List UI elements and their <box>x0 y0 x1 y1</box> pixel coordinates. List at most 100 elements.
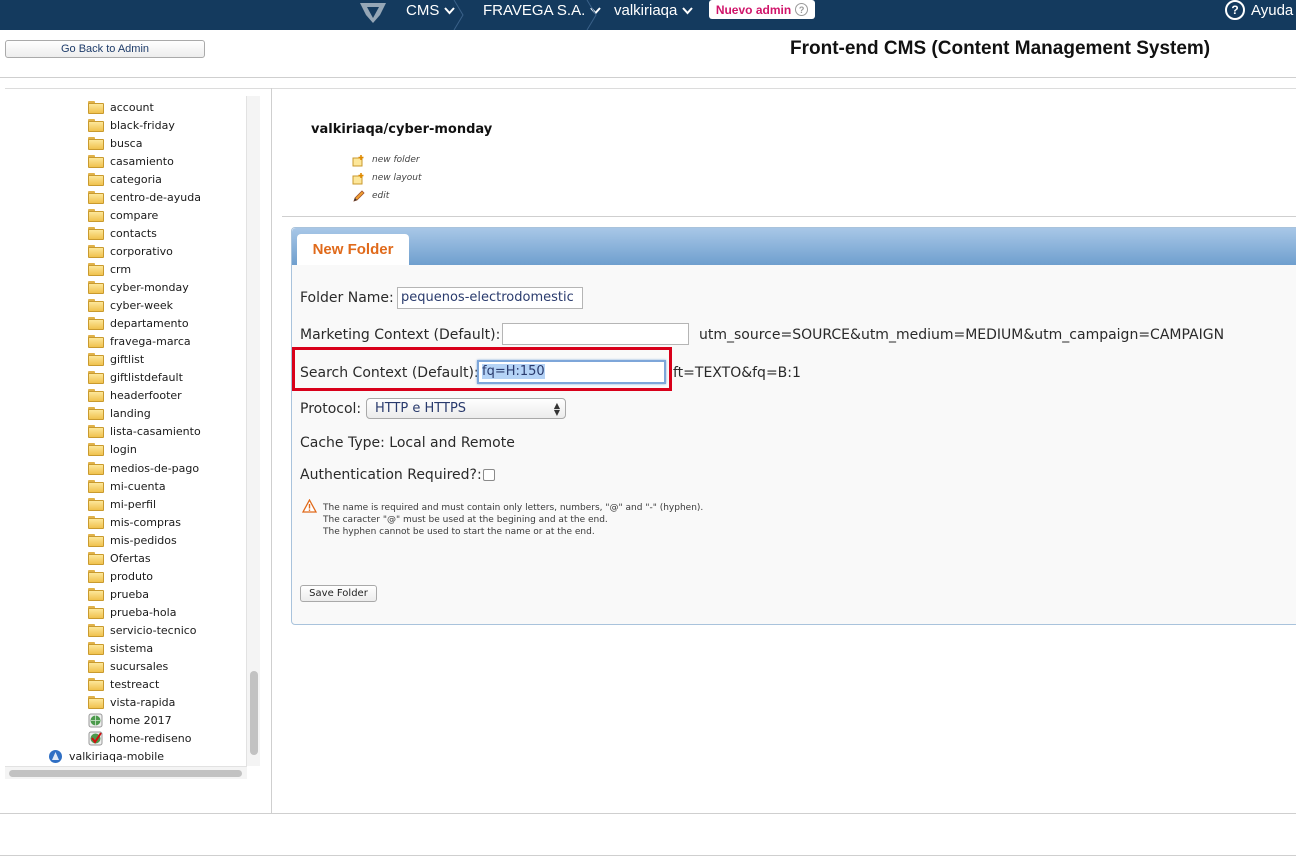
tree-folder-item[interactable]: Ofertas <box>88 549 151 567</box>
tree-item-label: giftlist <box>110 353 145 367</box>
tree-folder-item[interactable]: categoria <box>88 170 162 188</box>
tree-folder-item[interactable]: testreact <box>88 676 159 694</box>
go-back-to-admin-button[interactable]: Go Back to Admin <box>5 40 205 58</box>
tree-folder-item[interactable]: fravega-marca <box>88 333 191 351</box>
folder-icon <box>88 678 104 692</box>
divider <box>0 813 1296 814</box>
protocol-label: Protocol: <box>300 401 362 417</box>
folder-icon <box>88 244 104 258</box>
tree-folder-item[interactable]: landing <box>88 405 151 423</box>
tree-item-label: casamiento <box>110 154 174 168</box>
tree-folder-item[interactable]: mi-cuenta <box>88 477 166 495</box>
highlight-box <box>292 347 672 391</box>
store-menu-label: valkiriaqa <box>614 2 678 19</box>
tree-folder-item[interactable]: giftlist <box>88 351 144 369</box>
tree-item-label: headerfooter <box>110 389 182 403</box>
tree-item-label: categoria <box>110 172 162 186</box>
tree-folder-item[interactable]: mis-compras <box>88 513 181 531</box>
tree-item-label: contacts <box>110 226 157 240</box>
tree-folder-item[interactable]: sistema <box>88 640 153 658</box>
tree-folder-item[interactable]: login <box>88 441 137 459</box>
tree-item-label: home-rediseno <box>109 732 192 746</box>
tree-page-item[interactable]: home 2017 <box>88 712 172 730</box>
tab-new-folder[interactable]: New Folder <box>297 234 409 265</box>
tree-item-label: compare <box>110 208 159 222</box>
tree-site-item[interactable]: valkiriaqa-mobile <box>48 748 164 766</box>
cms-menu[interactable]: CMS <box>406 0 456 22</box>
account-menu[interactable]: FRAVEGA S.A. <box>483 0 602 22</box>
tree-folder-item[interactable]: black-friday <box>88 116 175 134</box>
tree-folder-item[interactable]: departamento <box>88 315 189 333</box>
folder-name-input[interactable]: pequenos-electrodomestic <box>397 287 583 309</box>
top-navigation-bar: CMS FRAVEGA S.A. valkiriaqa Nuevo admin … <box>0 0 1296 30</box>
folder-icon <box>88 100 104 114</box>
tree-vertical-scrollbar[interactable] <box>246 96 260 766</box>
edit-link[interactable]: edit <box>352 189 389 203</box>
help-label: Ayuda <box>1251 1 1294 19</box>
tree-folder-item[interactable]: prueba <box>88 585 149 603</box>
scrollbar-thumb[interactable] <box>250 671 258 755</box>
scrollbar-thumb[interactable] <box>9 770 242 777</box>
folder-icon <box>88 605 104 619</box>
tree-horizontal-scrollbar[interactable] <box>5 766 247 779</box>
tree-folder-item[interactable]: centro-de-ayuda <box>88 188 201 206</box>
tree-folder-item[interactable]: cyber-monday <box>88 279 189 297</box>
tree-folder-item[interactable]: headerfooter <box>88 387 182 405</box>
folder-icon <box>88 389 104 403</box>
divider <box>0 77 1296 78</box>
tree-folder-item[interactable]: busca <box>88 134 142 152</box>
folder-icon <box>88 479 104 493</box>
tree-folder-item[interactable]: lista-casamiento <box>88 423 201 441</box>
tree-folder-item[interactable]: mi-perfil <box>88 495 156 513</box>
tree-folder-item[interactable]: medios-de-pago <box>88 459 199 477</box>
tree-folder-item[interactable]: mis-pedidos <box>88 531 177 549</box>
new-folder-icon <box>352 154 364 166</box>
tree-folder-item[interactable]: casamiento <box>88 152 174 170</box>
authentication-checkbox[interactable] <box>483 469 495 481</box>
tree-item-label: medios-de-pago <box>110 461 200 475</box>
folder-icon <box>88 118 104 132</box>
tree-folder-item[interactable]: corporativo <box>88 242 173 260</box>
tree-item-label: servicio-tecnico <box>110 623 197 637</box>
tree-item-label: sucursales <box>110 660 169 674</box>
panel-header: New Folder <box>292 228 1296 265</box>
tree-item-label: testreact <box>110 678 160 692</box>
marketing-context-input[interactable] <box>502 323 689 345</box>
vtex-logo-icon[interactable] <box>358 1 388 25</box>
tree-page-item[interactable]: home-rediseno <box>88 730 191 748</box>
help-menu[interactable]: ? Ayuda <box>1225 0 1293 20</box>
folder-icon <box>88 443 104 457</box>
tree-folder-item[interactable]: crm <box>88 260 131 278</box>
breadcrumb-separator-icon <box>586 0 597 30</box>
tree-item-label: mis-pedidos <box>110 533 177 547</box>
folder-icon <box>88 190 104 204</box>
tree-folder-item[interactable]: account <box>88 98 154 116</box>
tree-folder-item[interactable]: servicio-tecnico <box>88 621 197 639</box>
tree-folder-item[interactable]: produto <box>88 567 153 585</box>
folder-name-label: Folder Name: <box>300 290 394 306</box>
new-folder-link[interactable]: new folder <box>352 153 420 167</box>
new-layout-link[interactable]: new layout <box>352 171 422 185</box>
new-layout-icon <box>352 172 364 184</box>
folder-icon <box>88 497 104 511</box>
save-folder-button[interactable]: Save Folder <box>300 585 377 602</box>
warning-line: The caracter "@" must be used at the beg… <box>323 515 608 525</box>
tree-folder-item[interactable]: sucursales <box>88 658 168 676</box>
tree-item-label: giftlistdefault <box>110 371 183 385</box>
folder-icon <box>88 696 104 710</box>
tree-folder-item[interactable]: compare <box>88 206 158 224</box>
folder-icon <box>88 425 104 439</box>
tree-folder-item[interactable]: contacts <box>88 224 157 242</box>
tree-folder-item[interactable]: giftlistdefault <box>88 369 183 387</box>
new-admin-badge[interactable]: Nuevo admin ? <box>709 0 815 19</box>
tree-folder-item[interactable]: cyber-week <box>88 297 173 315</box>
tree-item-label: account <box>110 100 154 114</box>
authentication-label: Authentication Required?: <box>300 467 482 483</box>
store-menu[interactable]: valkiriaqa <box>614 0 694 22</box>
tree-folder-item[interactable]: prueba-hola <box>88 603 176 621</box>
divider <box>0 855 1296 856</box>
tree-folder-item[interactable]: vista-rapida <box>88 694 175 712</box>
new-admin-label: Nuevo admin <box>715 2 792 17</box>
protocol-select[interactable]: HTTP e HTTPS ▲ ▼ <box>366 398 566 419</box>
tree-item-label: mis-compras <box>110 515 181 529</box>
